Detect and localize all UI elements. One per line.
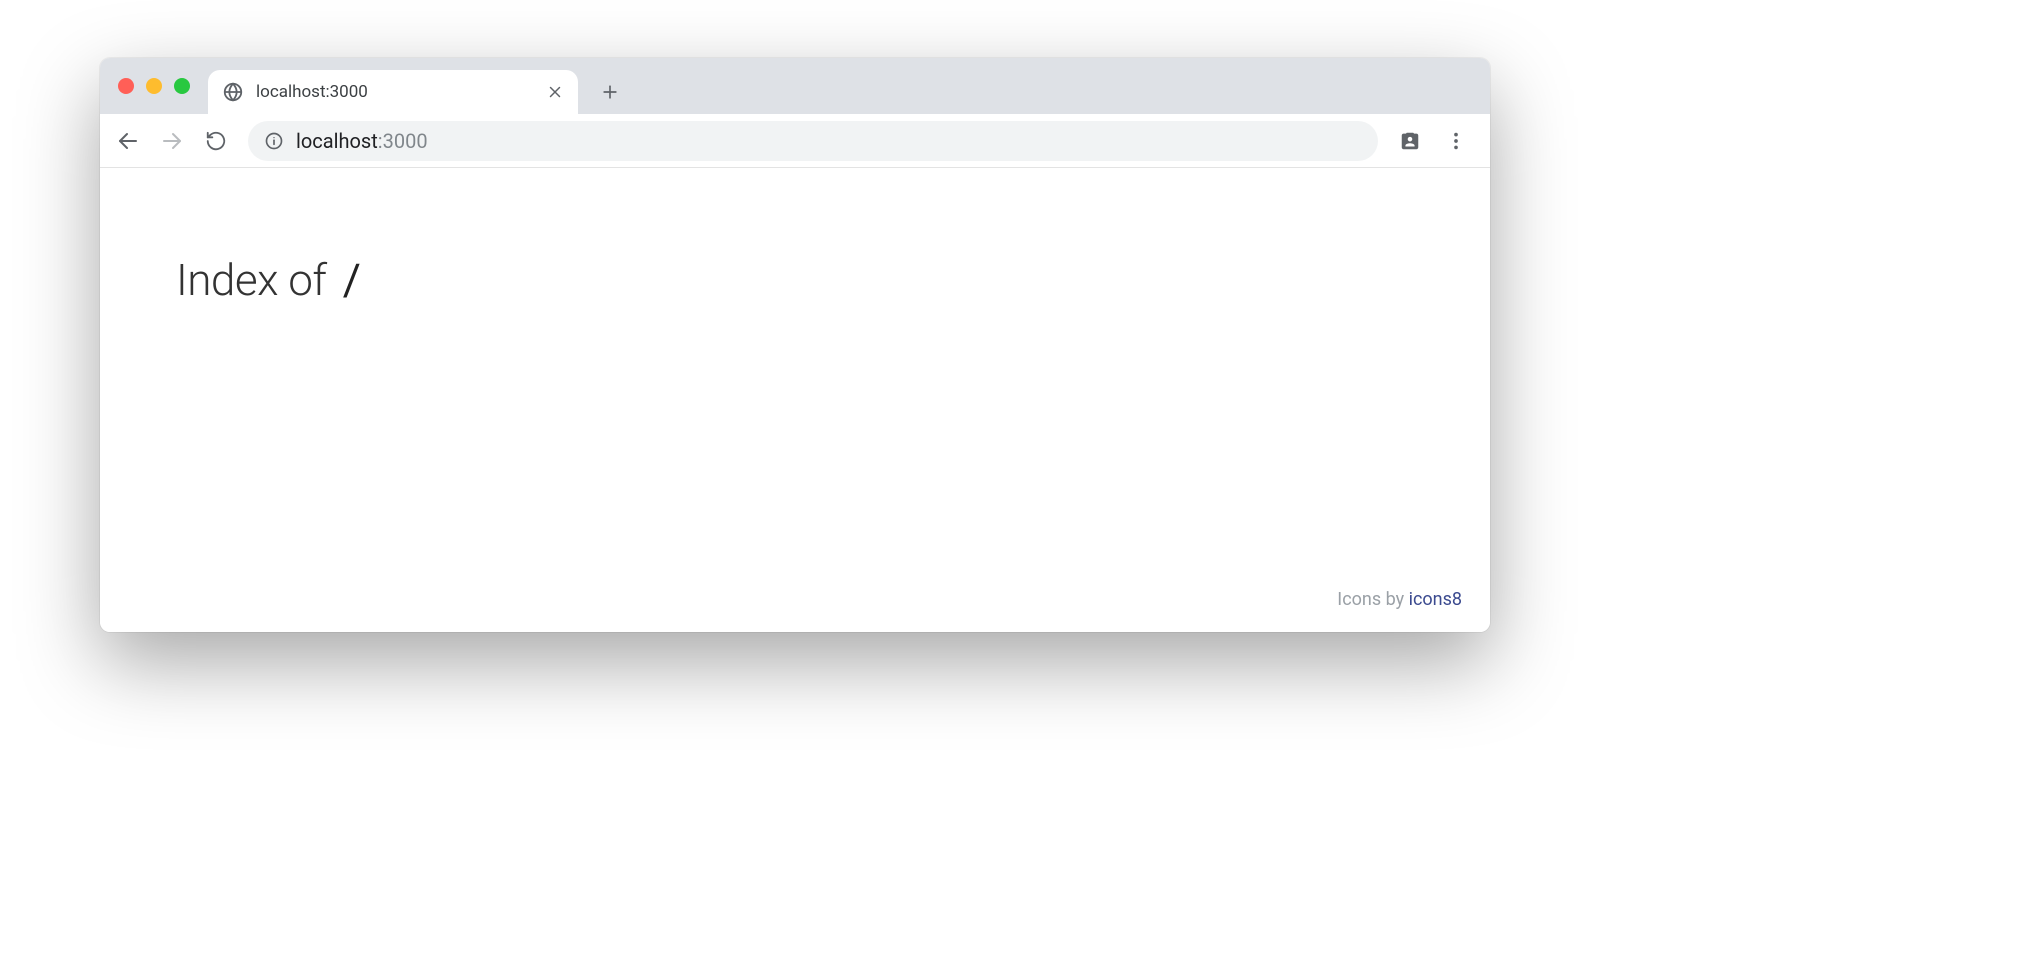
window-minimize-button[interactable]: [146, 78, 162, 94]
globe-icon: [222, 81, 244, 103]
menu-button[interactable]: [1438, 123, 1474, 159]
tab-title: localhost:3000: [256, 82, 534, 102]
footer-credit: Icons by icons8: [1337, 589, 1462, 610]
address-host: localhost: [296, 129, 378, 153]
profile-button[interactable]: [1392, 123, 1428, 159]
browser-window: localhost:3000: [100, 58, 1490, 632]
window-close-button[interactable]: [118, 78, 134, 94]
address-text: localhost:3000: [296, 129, 428, 153]
address-bar[interactable]: localhost:3000: [248, 121, 1378, 161]
site-info-icon[interactable]: [264, 131, 284, 151]
footer-link[interactable]: icons8: [1409, 589, 1462, 610]
close-tab-button[interactable]: [546, 83, 564, 101]
heading-path: /: [343, 254, 361, 306]
window-maximize-button[interactable]: [174, 78, 190, 94]
back-button[interactable]: [110, 123, 146, 159]
tab-strip: localhost:3000: [100, 58, 1490, 114]
forward-button[interactable]: [154, 123, 190, 159]
page-heading: Index of /: [176, 254, 360, 306]
window-controls: [118, 78, 190, 94]
reload-button[interactable]: [198, 123, 234, 159]
toolbar-right: [1392, 123, 1480, 159]
new-tab-button[interactable]: [592, 74, 628, 110]
address-port: :3000: [378, 129, 428, 153]
footer-prefix: Icons by: [1337, 589, 1408, 610]
page-content: Index of / Icons by icons8: [100, 168, 1490, 632]
heading-prefix: Index of: [176, 254, 327, 306]
browser-tab[interactable]: localhost:3000: [208, 70, 578, 114]
toolbar: localhost:3000: [100, 114, 1490, 168]
